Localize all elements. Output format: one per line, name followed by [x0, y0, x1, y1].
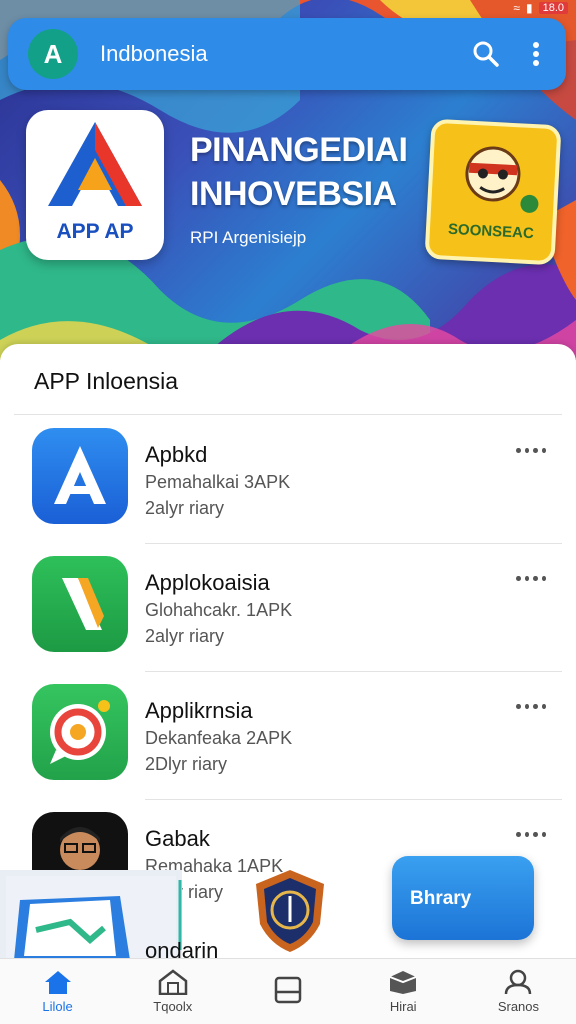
list-item[interactable]: Applikrnsia Dekanfeaka 2APK 2Dlyr riary	[0, 672, 576, 800]
window-icon	[274, 976, 302, 1003]
promo-label: Bhrary	[410, 888, 472, 909]
app-meta: Glohahcakr. 1APK	[145, 600, 293, 620]
list-item[interactable]: Apbkd Pemahalkai 3APK 2alyr riary	[0, 416, 576, 544]
camera-bubble-icon	[32, 684, 128, 780]
app-name: Applokoaisia	[145, 570, 270, 595]
app-meta: Pemahalkai 3APK	[145, 472, 291, 492]
more-options-icon[interactable]	[516, 698, 546, 714]
app-subtitle: 2Dlyr riary	[145, 754, 228, 774]
list-item[interactable]: Applokoaisia Glohahcakr. 1APK 2alyr riar…	[0, 544, 576, 672]
featured-game-label: SOONSEAC	[447, 220, 535, 243]
more-vert-icon[interactable]	[516, 34, 556, 74]
user-icon	[505, 969, 532, 995]
section-title: APP Inloensia	[34, 368, 179, 394]
nav-item-box[interactable]: Hirai	[346, 959, 461, 1024]
letter-a-icon	[32, 428, 128, 524]
slash-icon	[32, 556, 128, 652]
nav-label: Tqoolx	[153, 999, 193, 1014]
featured-app-label: APP AP	[56, 220, 134, 243]
search-icon[interactable]	[466, 34, 506, 74]
hero-title-line-1: PINANGEDIAI	[190, 131, 408, 169]
nav-label: Hirai	[389, 999, 417, 1014]
featured-app-tile[interactable]: APP AP	[26, 110, 164, 260]
shield-badge-icon[interactable]	[250, 866, 330, 954]
app-name: Gabak	[145, 826, 210, 851]
signal-icon: ▮	[525, 1, 533, 15]
more-options-icon[interactable]	[516, 442, 546, 458]
triangle-logo-icon	[48, 122, 142, 206]
home-icon	[44, 971, 71, 994]
wifi-icon: ≈	[513, 1, 520, 15]
box-icon	[389, 971, 417, 994]
hero-title: PINANGEDIAI INHOVEBSIA	[190, 128, 408, 216]
mascot-icon	[465, 146, 539, 213]
hero-title-line-2: INHOVEBSIA	[190, 175, 397, 213]
battery-indicator: 18.0	[538, 2, 568, 14]
app-subtitle: 2alyr riary	[145, 626, 225, 646]
app-meta: Dekanfeaka 2APK	[145, 728, 293, 748]
more-options-icon[interactable]	[516, 570, 546, 586]
nav-item-profile[interactable]: Sranos	[461, 959, 576, 1024]
nav-item-window[interactable]	[230, 959, 345, 1024]
featured-game-tile[interactable]: SOONSEAC	[424, 118, 562, 266]
more-options-icon[interactable]	[516, 826, 546, 842]
search-bar[interactable]: A Indbonesia	[8, 18, 566, 90]
promo-card[interactable]: Bhrary	[392, 856, 534, 940]
hero-subtitle: RPI Argenisiejp	[190, 228, 307, 247]
bottom-navigation: Lilole Tqoolx Hirai Sranos	[0, 958, 576, 1024]
store-icon	[158, 969, 188, 995]
divider	[14, 414, 562, 415]
hero-banner[interactable]: ≈ ▮ 18.0 A Indbonesia APP AP PINANGEDIAI…	[0, 0, 576, 360]
app-name: Applikrnsia	[145, 698, 253, 723]
nav-item-store[interactable]: Tqoolx	[115, 959, 230, 1024]
nav-label: Sranos	[497, 999, 540, 1014]
app-name: Apbkd	[145, 442, 208, 467]
app-logo[interactable]: A	[28, 29, 78, 79]
status-bar: ≈ ▮ 18.0	[513, 0, 568, 16]
search-bar-title: Indbonesia	[100, 41, 208, 66]
nav-label: Lilole	[42, 999, 73, 1014]
app-subtitle: 2alyr riary	[145, 498, 225, 518]
nav-item-home[interactable]: Lilole	[0, 959, 115, 1024]
